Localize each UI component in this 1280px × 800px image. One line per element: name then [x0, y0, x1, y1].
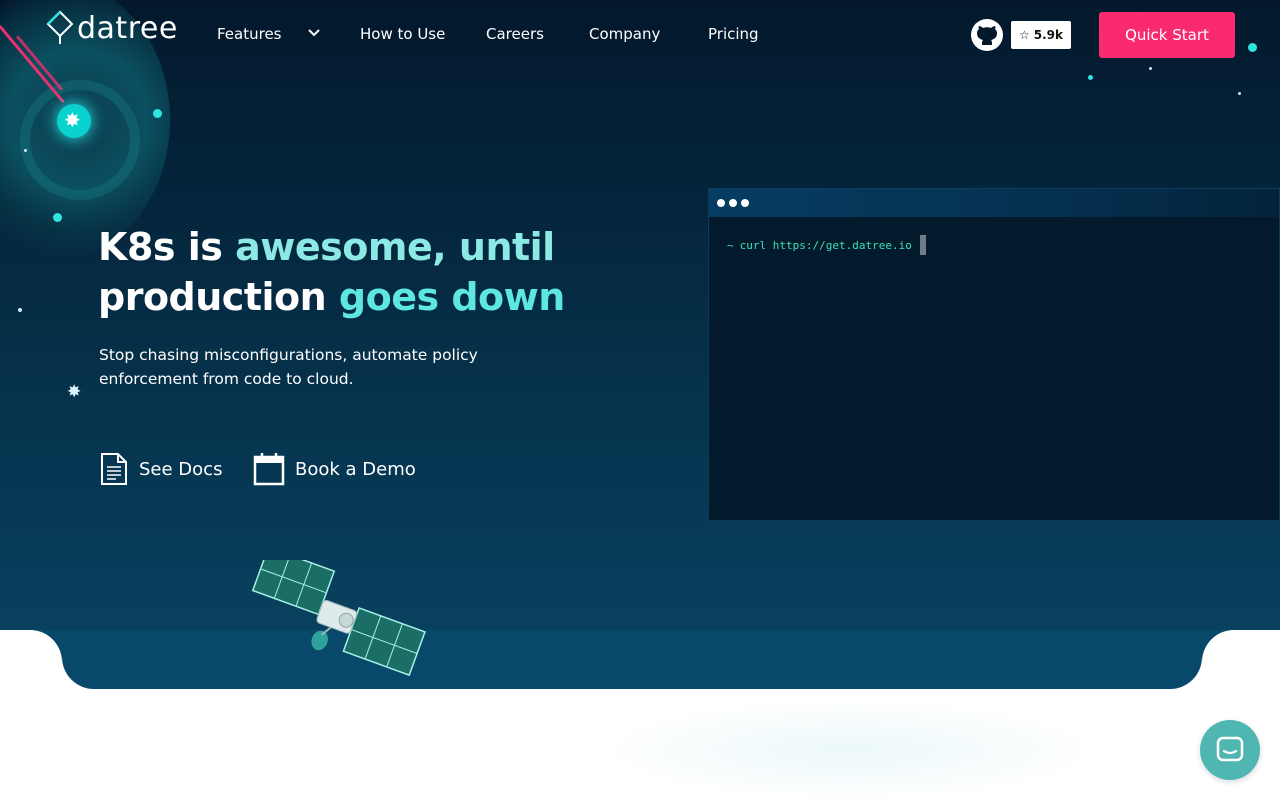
window-dot: [729, 199, 737, 207]
dot-decoration: [1088, 75, 1093, 80]
datree-logo[interactable]: datree: [45, 10, 178, 46]
chat-icon: [1216, 736, 1244, 762]
ring-decoration: [20, 80, 140, 200]
calendar-icon: [253, 453, 285, 486]
star-decoration: [18, 308, 22, 312]
kubernetes-icon: ✸: [64, 108, 81, 132]
document-icon: [101, 453, 127, 485]
headline-highlight: goes down: [326, 275, 565, 319]
terminal-cursor: [919, 235, 926, 255]
satellite-illustration: [251, 560, 426, 677]
nav-item-company[interactable]: Company: [589, 25, 660, 43]
github-icon[interactable]: [970, 18, 1004, 52]
quick-start-button[interactable]: Quick Start: [1099, 12, 1235, 58]
dot-decoration: [53, 213, 62, 222]
terminal-prompt: ~: [727, 238, 734, 252]
curve-right: [1202, 630, 1280, 690]
see-docs-link[interactable]: See Docs: [99, 452, 222, 486]
headline-part: K8s is: [98, 225, 236, 269]
chevron-down-icon[interactable]: [307, 26, 321, 40]
star-decoration: [1238, 92, 1241, 95]
headline-highlight: awesome, until: [235, 225, 555, 269]
chat-button[interactable]: [1200, 720, 1260, 780]
terminal-window: ~ curl https://get.datree.io: [708, 188, 1280, 521]
window-dot: [717, 199, 725, 207]
nav-item-pricing[interactable]: Pricing: [708, 25, 759, 43]
terminal-command: curl https://get.datree.io: [739, 238, 912, 252]
curve-left: [0, 630, 62, 690]
datree-logo-icon: [46, 10, 74, 44]
window-dot: [741, 199, 749, 207]
top-nav: datree Features How to Use Careers Compa…: [0, 0, 1280, 70]
dot-decoration: [153, 109, 162, 118]
nav-item-how-to-use[interactable]: How to Use: [360, 25, 445, 43]
star-decoration: [24, 149, 27, 152]
headline-part: production: [98, 275, 327, 319]
see-docs-label: See Docs: [139, 458, 223, 480]
brand-name: datree: [77, 10, 178, 46]
star-icon: ☆: [1018, 28, 1030, 42]
kubernetes-icon: ✸: [67, 382, 82, 402]
book-demo-link[interactable]: Book a Demo: [253, 452, 416, 486]
github-stars-count: 5.9k: [1033, 28, 1063, 42]
terminal-command-line: ~ curl https://get.datree.io: [727, 235, 926, 255]
nav-item-careers[interactable]: Careers: [486, 25, 544, 43]
book-demo-label: Book a Demo: [295, 458, 416, 480]
nav-item-features[interactable]: Features: [217, 25, 282, 43]
hero-headline: K8s is awesome, until production goes do…: [98, 222, 618, 322]
hero-subtext: Stop chasing misconfigurations, automate…: [99, 346, 478, 388]
github-stars-badge[interactable]: ☆ 5.9k: [1011, 21, 1071, 49]
glow-decoration: [600, 700, 1100, 800]
terminal-titlebar: [709, 189, 1279, 217]
